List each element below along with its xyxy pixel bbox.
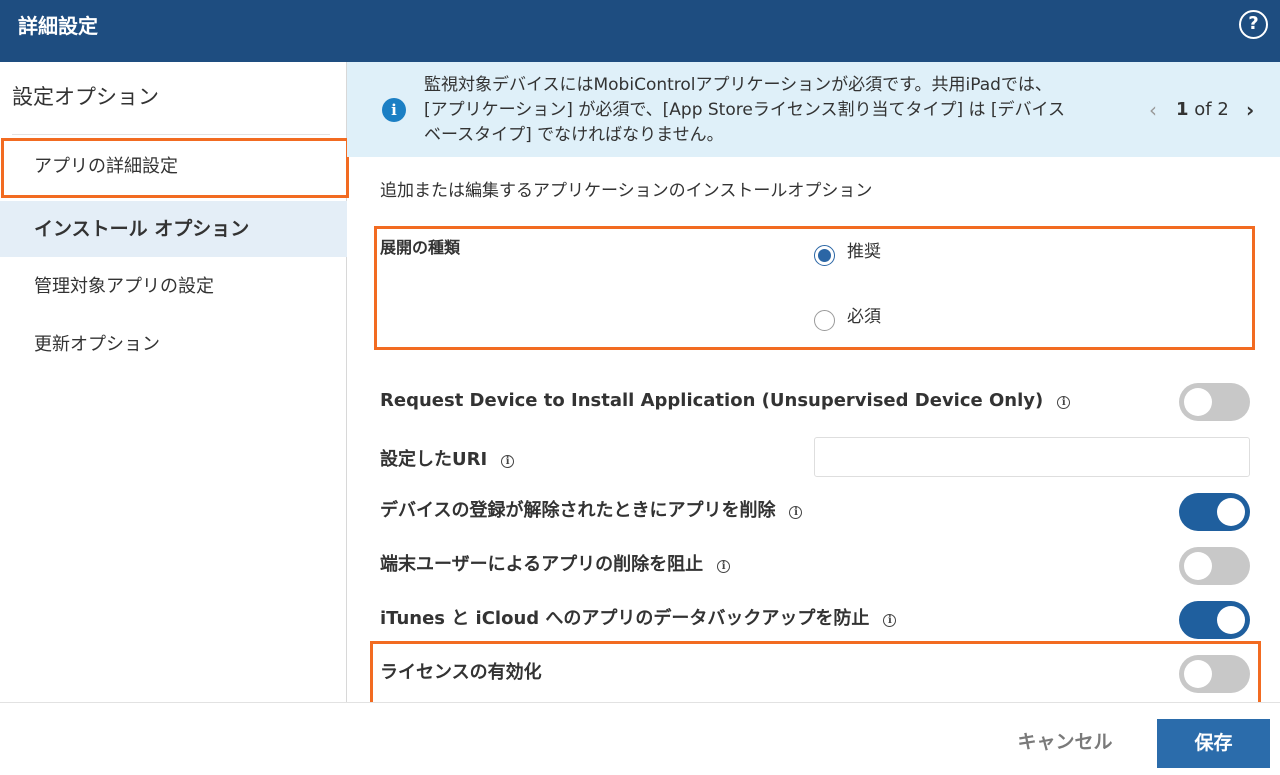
setting-label-request-install: Request Device to Install Application (U…	[380, 388, 1071, 414]
info-tooltip-icon[interactable]: i	[1057, 396, 1071, 409]
setting-label-remove-on-unenroll: デバイスの登録が解除されたときにアプリを削除 i	[380, 498, 803, 524]
radio-required[interactable]	[814, 310, 835, 331]
info-icon: i	[382, 98, 406, 122]
toggle-prevent-removal[interactable]	[1179, 547, 1250, 585]
setting-label-text: Request Device to Install Application (U…	[380, 390, 1044, 411]
cancel-button[interactable]: キャンセル	[1000, 720, 1130, 764]
save-button[interactable]: 保存	[1157, 719, 1270, 768]
pager-total: 2	[1217, 99, 1229, 120]
chevron-right-icon[interactable]: ›	[1246, 98, 1254, 122]
setting-label-uri: 設定したURI i	[380, 447, 515, 473]
info-tooltip-icon[interactable]: i	[501, 455, 515, 468]
setting-label-text: iTunes と iCloud へのアプリのデータバックアップを防止	[380, 608, 870, 629]
deployment-highlight-box	[374, 226, 1255, 350]
toggle-request-install[interactable]	[1179, 383, 1250, 421]
setting-label-text: 設定したURI	[380, 449, 488, 470]
pager-current: 1	[1176, 99, 1189, 120]
radio-required-label[interactable]: 必須	[847, 306, 881, 328]
dialog-title: 詳細設定	[18, 14, 98, 38]
pager-count: 1 of 2	[1176, 98, 1229, 122]
radio-recommended-label[interactable]: 推奨	[847, 241, 881, 263]
radio-recommended[interactable]	[814, 245, 835, 266]
sidebar-divider	[12, 134, 330, 135]
dialog-header: 詳細設定 ?	[0, 0, 1280, 62]
chevron-left-icon[interactable]: ‹	[1149, 98, 1157, 122]
toggle-license-activation[interactable]	[1179, 655, 1250, 693]
banner-line: 監視対象デバイスにはMobiControlアプリケーションが必須です。共用iPa…	[424, 75, 1052, 95]
section-description: 追加または編集するアプリケーションのインストールオプション	[380, 181, 873, 201]
setting-label-text: デバイスの登録が解除されたときにアプリを削除	[380, 500, 776, 521]
uri-input[interactable]	[814, 437, 1250, 477]
banner-message: 監視対象デバイスにはMobiControlアプリケーションが必須です。共用iPa…	[424, 73, 1152, 148]
info-banner: i 監視対象デバイスにはMobiControlアプリケーションが必須です。共用i…	[347, 62, 1280, 157]
pager-of: of	[1194, 99, 1212, 120]
info-tooltip-icon[interactable]: i	[789, 506, 803, 519]
info-tooltip-icon[interactable]: i	[883, 614, 897, 627]
deployment-type-label: 展開の種類	[380, 238, 461, 257]
setting-label-prevent-backup: iTunes と iCloud へのアプリのデータバックアップを防止 i	[380, 606, 897, 632]
dialog-footer: キャンセル 保存	[0, 702, 1280, 775]
sidebar-item-update-options[interactable]: 更新オプション	[0, 317, 347, 373]
help-icon[interactable]: ?	[1239, 10, 1268, 39]
toggle-prevent-backup[interactable]	[1179, 601, 1250, 639]
sidebar-item-install-options[interactable]: インストール オプション	[0, 201, 347, 257]
toggle-remove-on-unenroll[interactable]	[1179, 493, 1250, 531]
setting-label-license-activation: ライセンスの有効化	[380, 662, 542, 683]
nav-highlight-box	[1, 138, 349, 198]
setting-label-prevent-removal: 端末ユーザーによるアプリの削除を阻止 i	[380, 552, 731, 578]
banner-line: ベースタイプ] でなければなりません。	[424, 125, 724, 145]
info-tooltip-icon[interactable]: i	[717, 560, 731, 573]
sidebar-item-managed-app-config[interactable]: 管理対象アプリの設定	[0, 259, 347, 315]
banner-line: [アプリケーション] が必須で、[App Storeライセンス割り当てタイプ] …	[424, 100, 1066, 120]
sidebar-heading: 設定オプション	[12, 85, 159, 109]
setting-label-text: 端末ユーザーによるアプリの削除を阻止	[380, 554, 704, 575]
